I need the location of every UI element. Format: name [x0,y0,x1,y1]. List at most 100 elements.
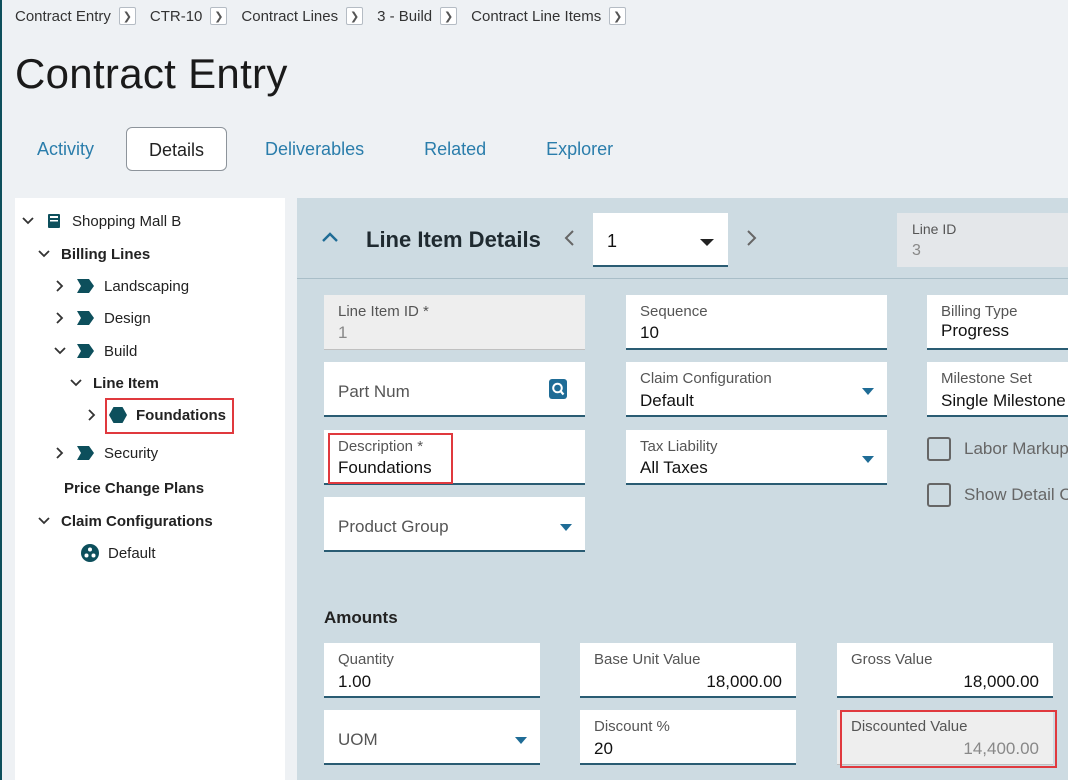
breadcrumb: Contract Entry ❯ CTR-10 ❯ Contract Lines… [15,6,640,26]
tree-item-security[interactable]: Security [53,442,158,464]
quantity-field[interactable]: Quantity 1.00 [324,643,540,698]
tree-panel: Shopping Mall B Billing Lines Landscapin… [15,198,285,780]
sequence-field[interactable]: Sequence 10 [626,295,887,350]
checkbox-label: Show Detail C [964,485,1068,504]
billing-type-field[interactable]: Billing Type Progress [927,295,1068,350]
tree-label: Billing Lines [61,245,151,263]
labor-markup-checkbox[interactable] [927,437,951,461]
tree-item-landscaping[interactable]: Landscaping [53,275,189,297]
record-selector[interactable]: 1 [593,213,728,267]
tab-deliverables[interactable]: Deliverables [243,127,386,171]
chevron-left-icon[interactable] [563,229,577,247]
field-value[interactable]: Single Milestone [941,391,1066,411]
discount-percent-field[interactable]: Discount % 20 [580,710,796,765]
breadcrumb-build[interactable]: 3 - Build ❯ [377,7,458,25]
chevron-right-icon[interactable] [85,408,99,422]
show-detail-checkbox-row[interactable]: Show Detail C [927,483,1068,507]
tree-item-line-item[interactable]: Line Item [69,372,159,394]
tab-related[interactable]: Related [402,127,508,171]
chevron-right-icon[interactable] [53,279,67,293]
field-value[interactable]: Progress [941,321,1009,341]
left-edge-bar [0,0,2,780]
tree-label: Landscaping [104,277,190,295]
tree-label: Build [104,342,138,360]
breadcrumb-label: CTR-10 [149,7,203,25]
chevron-right-icon[interactable] [53,446,67,460]
field-value[interactable]: 18,000.00 [963,672,1039,692]
tree-item-price-change-plans[interactable]: Price Change Plans [64,477,204,499]
description-highlight [328,433,453,484]
caret-down-icon [700,239,714,246]
chevron-right-icon[interactable]: ❯ [440,7,458,25]
tab-activity[interactable]: Activity [15,127,116,171]
product-group-field[interactable]: Product Group [324,497,585,552]
field-label: Sequence [640,303,708,320]
tax-liability-field[interactable]: Tax Liability All Taxes [626,430,887,485]
line-item-details-panel: Line Item Details 1 Line ID 3 Line Item … [297,198,1068,780]
tree-label: Design [104,309,151,327]
labor-markup-checkbox-row[interactable]: Labor Markup [927,437,1068,461]
field-value[interactable]: All Taxes [640,458,708,478]
tree-label: Price Change Plans [64,479,205,497]
claim-configuration-field[interactable]: Claim Configuration Default [626,362,887,417]
breadcrumb-contract-line-items[interactable]: Contract Line Items ❯ [471,7,627,25]
line-item-id-field: Line Item ID * 1 [324,295,585,350]
breadcrumb-contract-lines[interactable]: Contract Lines ❯ [241,7,364,25]
field-label: UOM [338,730,378,749]
show-detail-checkbox[interactable] [927,483,951,507]
tree-item-build[interactable]: Build [53,340,137,362]
chevron-down-icon[interactable] [69,376,83,390]
line-id-field: Line ID 3 [897,213,1068,267]
dropdown-caret-icon[interactable] [862,388,874,395]
chevron-down-icon[interactable] [37,514,51,528]
field-value[interactable]: Default [640,391,694,411]
tree-item-default[interactable]: Default [81,542,156,564]
dropdown-caret-icon[interactable] [515,737,527,744]
breadcrumb-label: Contract Line Items [471,7,602,25]
chevron-down-icon[interactable] [37,247,51,261]
chevron-right-icon[interactable] [53,311,67,325]
record-selector-value: 1 [607,231,618,251]
tree-item-billing-lines[interactable]: Billing Lines [37,243,150,265]
tree-label: Security [104,444,159,462]
tree-item-design[interactable]: Design [53,307,151,329]
gross-value-field[interactable]: Gross Value 18,000.00 [837,643,1053,698]
chevron-right-icon[interactable]: ❯ [609,7,627,25]
chevron-right-icon[interactable]: ❯ [210,7,228,25]
part-num-field[interactable]: Part Num [324,362,585,417]
field-value[interactable]: 18,000.00 [706,672,782,692]
tree-item-shopping-mall-b[interactable]: Shopping Mall B [21,210,181,232]
field-value[interactable]: 1.00 [338,672,371,692]
breadcrumb-label: Contract Entry [15,7,111,25]
search-icon[interactable] [549,379,567,399]
chevron-right-icon[interactable] [744,229,758,247]
chevron-down-icon[interactable] [21,214,35,228]
tab-details[interactable]: Details [126,127,228,171]
tree-label: Default [108,544,156,562]
milestone-set-field[interactable]: Milestone Set Single Milestone [927,362,1068,417]
base-unit-value-field[interactable]: Base Unit Value 18,000.00 [580,643,796,698]
breadcrumb-ctr-10[interactable]: CTR-10 ❯ [150,7,228,25]
chevron-tag-icon [77,278,95,294]
chevron-tag-icon [77,445,95,461]
panel-title: Line Item Details [366,227,541,252]
tab-bar: Activity Details Deliverables Related Ex… [15,127,645,171]
chevron-right-icon[interactable]: ❯ [346,7,364,25]
chevron-tag-icon [77,343,95,359]
breadcrumb-contract-entry[interactable]: Contract Entry ❯ [15,7,136,25]
chevron-down-icon[interactable] [53,344,67,358]
tree-item-claim-configurations[interactable]: Claim Configurations [37,510,213,532]
chevron-up-icon[interactable] [321,230,339,244]
field-label: Line ID [912,221,957,237]
field-value[interactable]: 20 [594,739,613,759]
field-label: Gross Value [851,651,933,668]
field-value: 3 [912,242,921,259]
uom-field[interactable]: UOM [324,710,540,765]
panel-header: Line Item Details 1 Line ID 3 [297,198,1068,279]
dropdown-caret-icon[interactable] [862,456,874,463]
dropdown-caret-icon[interactable] [560,524,572,531]
chevron-right-icon[interactable]: ❯ [118,7,136,25]
field-value[interactable]: 10 [640,323,659,343]
page-title: Contract Entry [15,50,288,97]
tab-explorer[interactable]: Explorer [524,127,635,171]
